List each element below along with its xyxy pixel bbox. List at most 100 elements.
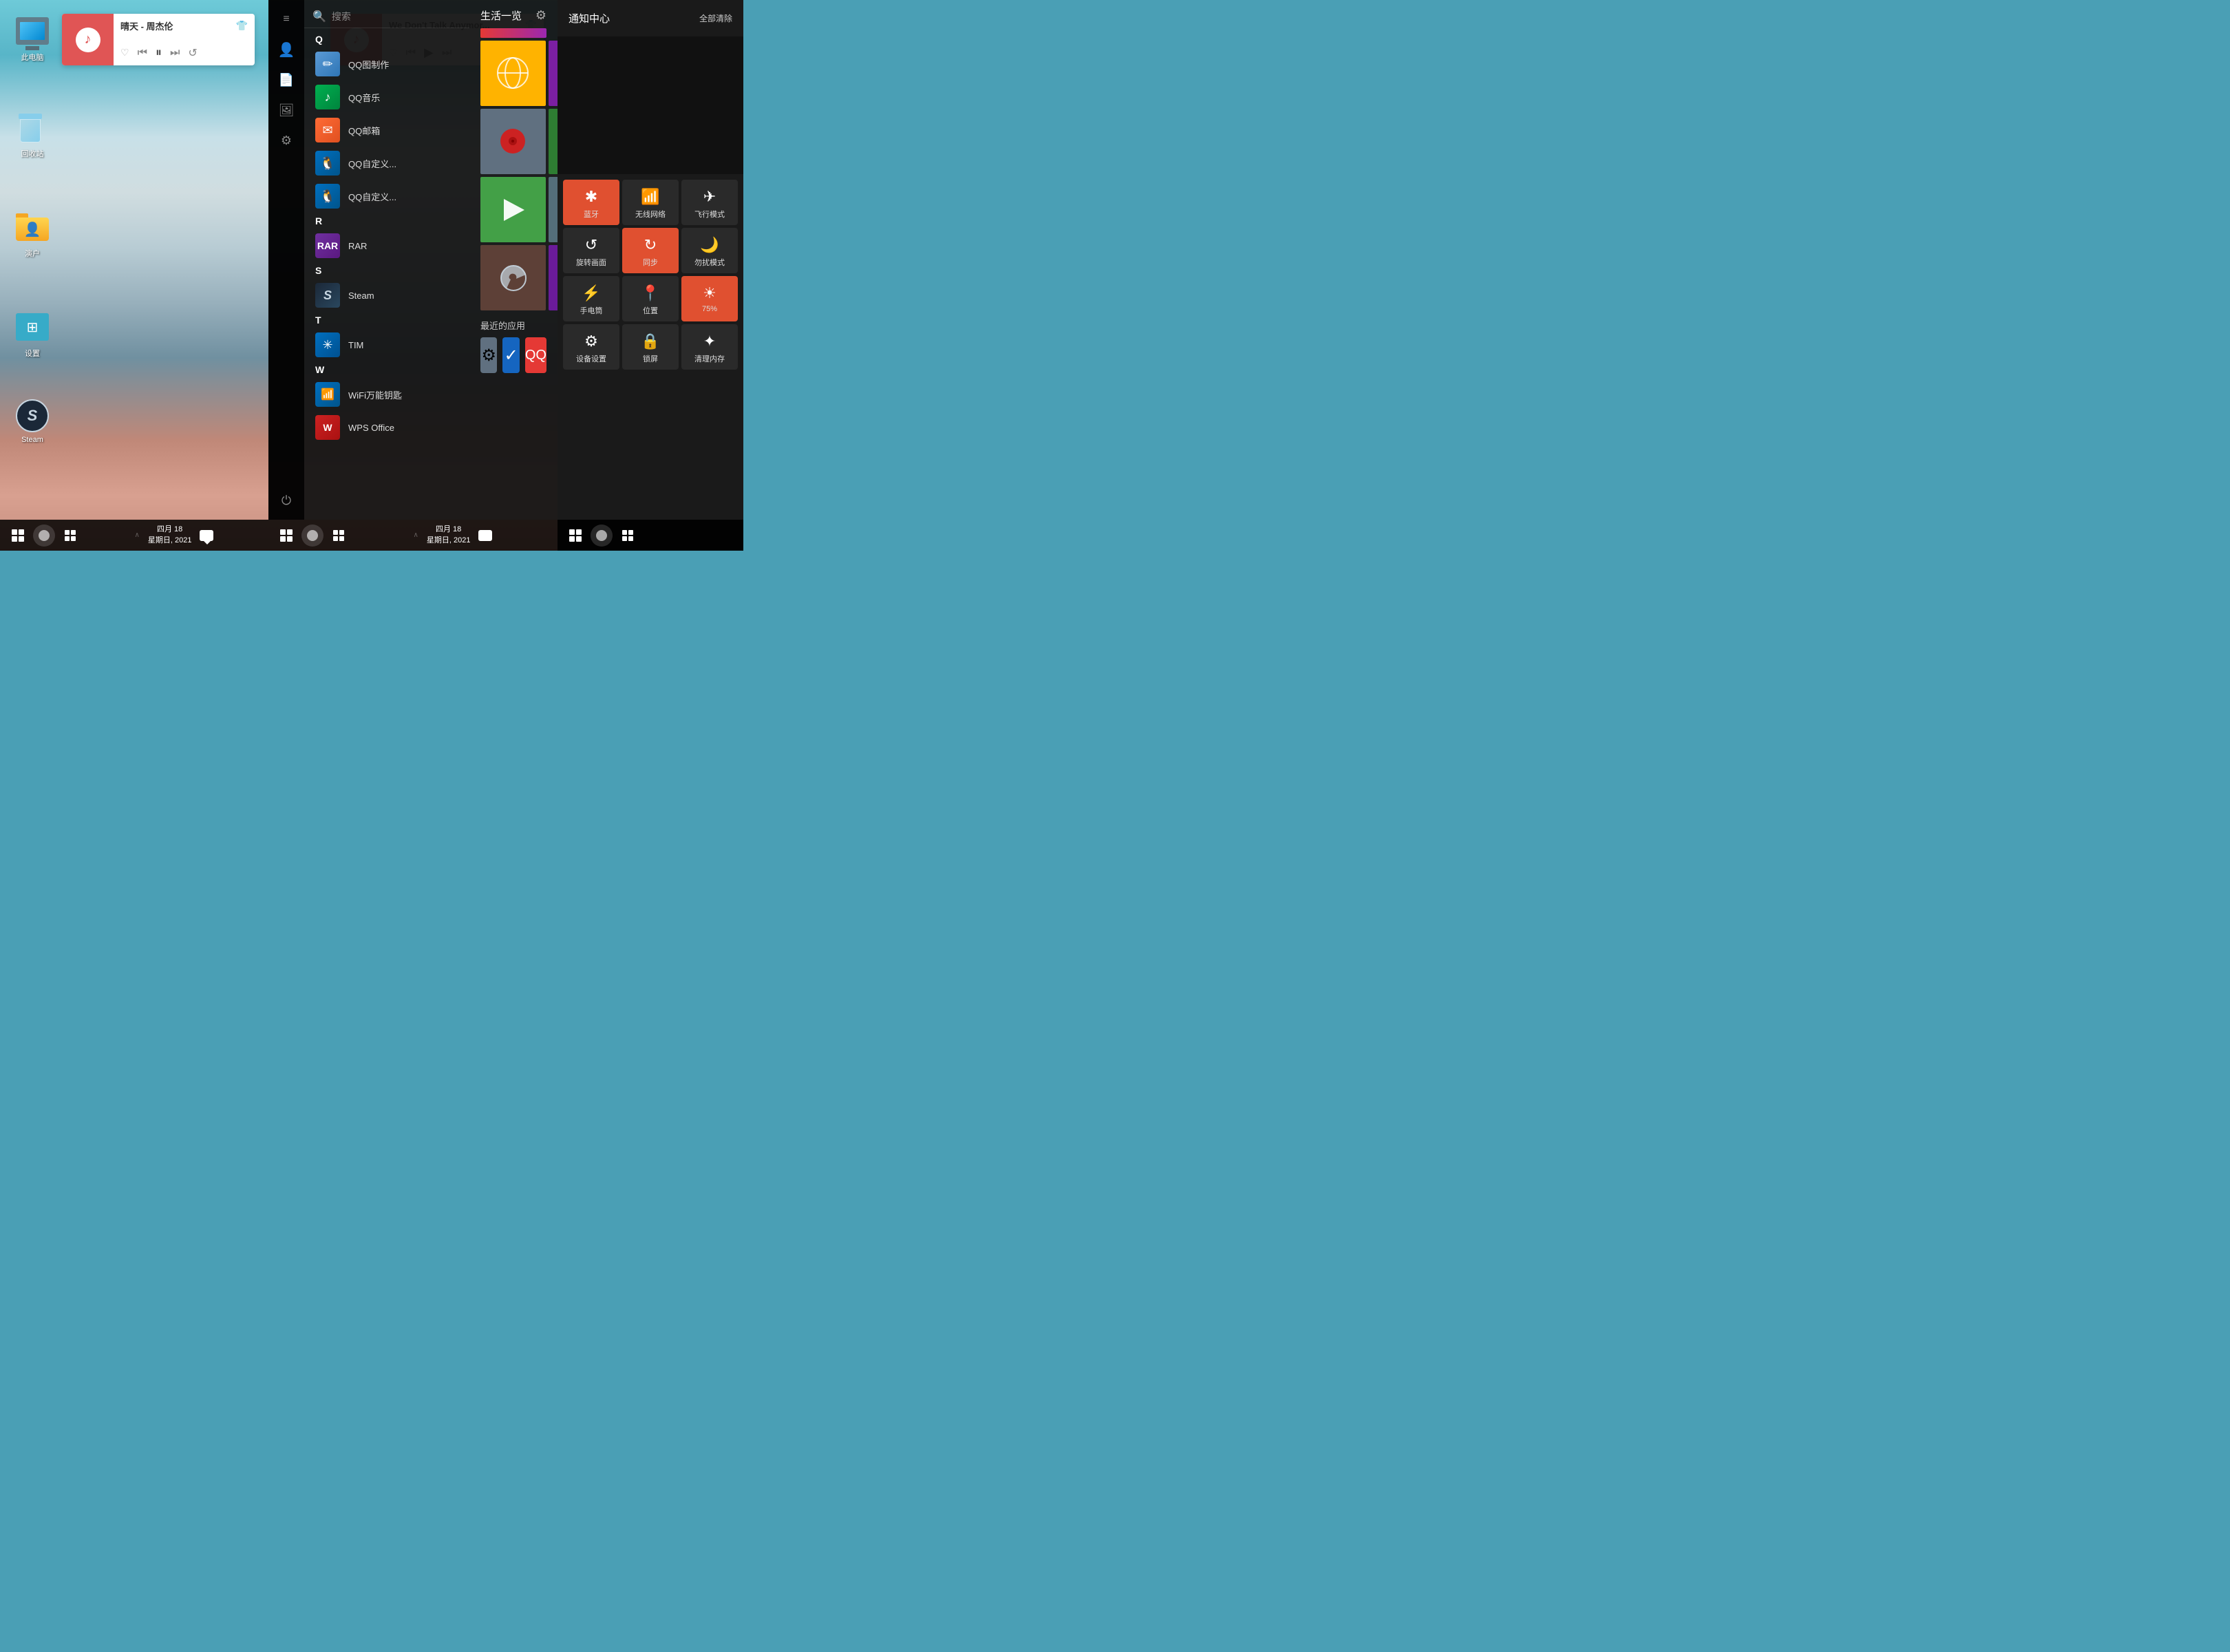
app-item-wps[interactable]: W WPS Office (304, 411, 469, 444)
app-item-steam[interactable]: S Steam (304, 279, 469, 312)
app-name-qq-music: QQ音乐 (348, 91, 380, 104)
tile-browser[interactable] (480, 41, 546, 106)
toggle-airplane[interactable]: ✈ 飞行模式 (681, 180, 738, 225)
recent-app-1[interactable]: ⚙ (480, 337, 497, 373)
toggle-rotate[interactable]: ↺ 旋转画面 (563, 228, 619, 273)
settings-icon-left[interactable]: ⊞ 设置 (8, 313, 56, 359)
sidebar-settings[interactable]: ⚙ (273, 127, 300, 154)
windows-btn-right[interactable] (563, 523, 588, 548)
toggle-clear-mem[interactable]: ✦ 清理内存 (681, 324, 738, 370)
desktop-bg-left (0, 0, 268, 551)
app-icon-qq-custom1: 🐧 (315, 151, 340, 176)
app-icon-rar: RAR (315, 233, 340, 258)
wifi-label: 无线网络 (635, 209, 666, 220)
circle-btn-left[interactable] (33, 525, 55, 547)
recent-app-2[interactable]: ✓ (502, 337, 519, 373)
date2-left: 星期日, 2021 (148, 536, 192, 546)
app-item-qq-custom1[interactable]: 🐧 QQ自定义... (304, 147, 469, 180)
taskview-btn-middle[interactable] (326, 523, 351, 548)
sidebar-user[interactable]: 👤 (273, 36, 300, 63)
pc-icon-left[interactable]: 此电脑 (8, 17, 56, 63)
device-settings-icon: ⚙ (584, 332, 598, 350)
tile-tim-app[interactable]: ✳ (549, 245, 558, 310)
taskview-btn-left[interactable] (58, 523, 83, 548)
screen-container: ♪ 晴天 - 周杰伦 👕 ♡ ⏮ ⏸ ⏭ ↺ (0, 0, 743, 551)
app-item-qq-mail[interactable]: ✉ QQ邮箱 (304, 114, 469, 147)
search-bar[interactable]: 🔍 (304, 6, 469, 28)
music-widget-left[interactable]: ♪ 晴天 - 周杰伦 👕 ♡ ⏮ ⏸ ⏭ ↺ (62, 14, 255, 65)
tiles-settings-icon[interactable]: ⚙ (535, 8, 546, 23)
flashlight-icon: ⚡ (582, 284, 600, 302)
app-item-qq-drawing[interactable]: ✏ QQ图制作 (304, 47, 469, 81)
toggle-brightness[interactable]: ☀ 75% (681, 276, 738, 321)
app-item-tim[interactable]: ✳ TIM (304, 328, 469, 361)
circle-btn-middle[interactable] (301, 525, 323, 547)
recycle-label-left: 回收站 (21, 149, 44, 159)
clock-left: 四月 18 星期日, 2021 (148, 525, 192, 546)
toggle-device-settings[interactable]: ⚙ 设备设置 (563, 324, 619, 370)
tile-video[interactable] (549, 41, 558, 106)
app-name-wps: WPS Office (348, 423, 394, 433)
tile-steam-app[interactable] (480, 245, 546, 310)
chat-btn-middle[interactable] (478, 530, 492, 541)
app-item-qq-music[interactable]: ♪ QQ音乐 (304, 81, 469, 114)
folder-shape-left: 👤 (16, 213, 49, 241)
toggle-lock[interactable]: 🔒 锁屏 (622, 324, 679, 370)
app-name-qq-drawing: QQ图制作 (348, 58, 389, 71)
tile-play-store[interactable] (480, 177, 546, 242)
sidebar-photos[interactable]: 🖼 (273, 96, 300, 124)
windows-logo-left (12, 529, 24, 542)
panel-left: ♪ 晴天 - 周杰伦 👕 ♡ ⏮ ⏸ ⏭ ↺ (0, 0, 268, 551)
lock-label: 锁屏 (643, 353, 658, 364)
tiles-grid: ✳ (480, 41, 546, 310)
toggle-sync[interactable]: ↻ 同步 (622, 228, 679, 273)
heart-icon-left[interactable]: ♡ (120, 47, 129, 59)
recycle-icon-left[interactable]: 回收站 (8, 114, 56, 159)
toggle-flashlight[interactable]: ⚡ 手电筒 (563, 276, 619, 321)
steam-icon-left[interactable]: S Steam (8, 399, 56, 445)
sidebar-hamburger[interactable]: ≡ (273, 6, 300, 33)
recent-app-1-icon: ⚙ (481, 346, 496, 366)
notif-clear-btn[interactable]: 全部清除 (699, 12, 732, 24)
flashlight-label: 手电筒 (580, 305, 603, 316)
app-item-rar[interactable]: RAR RAR (304, 229, 469, 262)
qq-music-glyph: ♪ (325, 90, 331, 105)
tile-wechat[interactable] (549, 109, 558, 174)
pc-screen-left (20, 22, 45, 40)
sync-label: 同步 (643, 257, 658, 268)
toggle-location[interactable]: 📍 位置 (622, 276, 679, 321)
sidebar-docs[interactable]: 📄 (273, 66, 300, 94)
sidebar-power[interactable]: ⏻ (273, 487, 300, 514)
recent-app-3[interactable]: QQ (525, 337, 546, 373)
windows-btn-middle[interactable] (274, 523, 299, 548)
windows-btn-left[interactable] (6, 523, 30, 548)
date1-middle: 四月 18 (436, 525, 461, 535)
music-note-icon-left: ♪ (76, 28, 100, 52)
user-icon-left[interactable]: 👤 演户 (8, 213, 56, 259)
tim-glyph: ✳ (322, 338, 332, 352)
panel-right: 通知中心 全部清除 ✱ 蓝牙 📶 无线网络 ✈ (558, 0, 743, 551)
tile-qq[interactable] (549, 177, 558, 242)
app-list: 🔍 Q ✏ QQ图制作 ♪ QQ音乐 (304, 0, 469, 520)
pause-btn-left[interactable]: ⏸ (156, 45, 162, 60)
next-btn-left[interactable]: ⏭ (170, 47, 180, 59)
settings-label-left: 设置 (25, 349, 40, 359)
toggle-wifi[interactable]: 📶 无线网络 (622, 180, 679, 225)
app-item-wifi[interactable]: 📶 WiFi万能钥匙 (304, 378, 469, 411)
app-item-qq-custom2[interactable]: 🐧 QQ自定义... (304, 180, 469, 213)
brightness-icon: ☀ (703, 284, 716, 302)
repeat-icon-left[interactable]: ↺ (188, 46, 197, 60)
tile-music-app[interactable] (480, 109, 546, 174)
steam-letter-left: S (28, 407, 38, 425)
steam-shape-left: S (16, 399, 49, 432)
wps-glyph: W (323, 422, 332, 433)
circle-btn-right[interactable] (591, 525, 613, 547)
taskbar-right (558, 520, 743, 551)
toggle-bluetooth[interactable]: ✱ 蓝牙 (563, 180, 619, 225)
pc-label-left: 此电脑 (21, 53, 44, 63)
prev-btn-left[interactable]: ⏮ (138, 47, 147, 59)
taskview-btn-right[interactable] (615, 523, 640, 548)
chat-btn-left[interactable] (200, 530, 213, 541)
search-input[interactable] (332, 11, 461, 22)
toggle-dnd[interactable]: 🌙 勿扰模式 (681, 228, 738, 273)
